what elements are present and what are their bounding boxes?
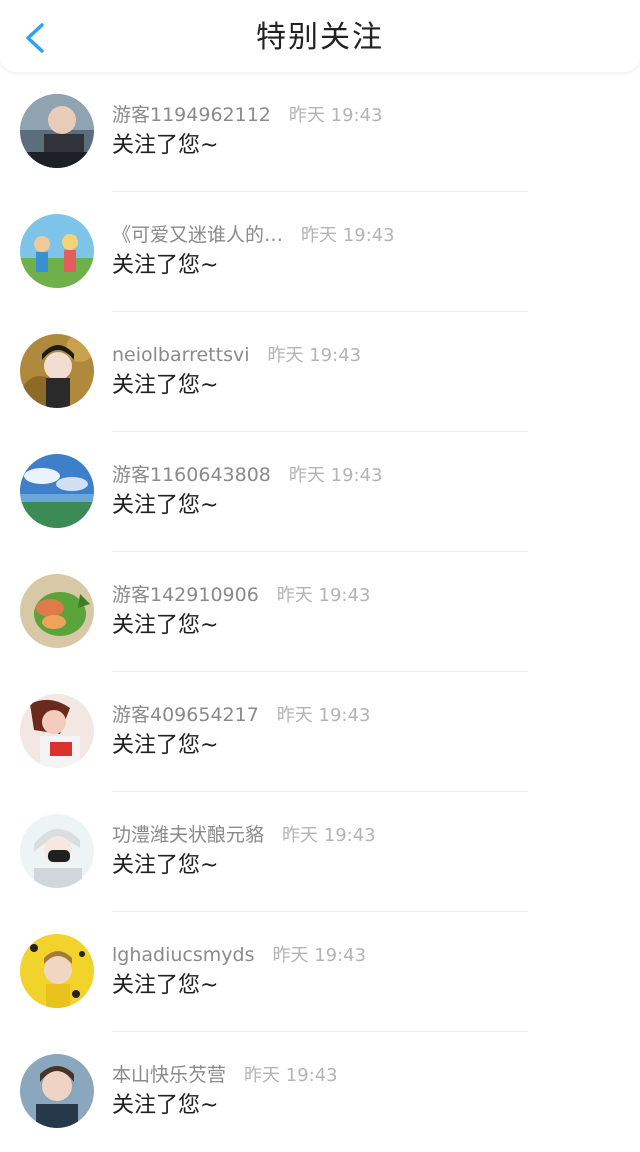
notification-meta: 本山快乐芡营 昨天 19:43 — [112, 1062, 338, 1088]
avatar-icon[interactable] — [20, 214, 94, 288]
list-item[interactable]: 《可爱又迷谁人的… 昨天 19:43 关注了您~ — [0, 192, 640, 312]
timestamp: 昨天 19:43 — [267, 345, 362, 366]
avatar-icon[interactable] — [20, 454, 94, 528]
user-name[interactable]: 游客1194962112 — [112, 104, 271, 126]
page-title: 特别关注 — [256, 20, 384, 55]
notification-message: 关注了您~ — [112, 373, 219, 398]
notification-message: 关注了您~ — [112, 133, 219, 158]
notification-message: 关注了您~ — [112, 253, 219, 278]
avatar-icon[interactable] — [20, 1054, 94, 1128]
user-name[interactable]: 游客142910906 — [112, 584, 259, 606]
timestamp: 昨天 19:43 — [276, 585, 371, 606]
notification-list: 游客1194962112 昨天 19:43 关注了您~ 《可爱又迷谁人的… 昨天 1… — [0, 72, 640, 1152]
top-bar: 特别关注 — [0, 0, 640, 72]
notification-message: 关注了您~ — [112, 493, 219, 518]
user-name[interactable]: 游客1160643808 — [112, 464, 271, 486]
avatar-image — [20, 574, 94, 648]
notification-meta: 《可爱又迷谁人的… 昨天 19:43 — [112, 222, 395, 248]
avatar-image — [20, 934, 94, 1008]
avatar-icon[interactable] — [20, 334, 94, 408]
timestamp: 昨天 19:43 — [276, 705, 371, 726]
avatar-image — [20, 454, 94, 528]
notification-message: 关注了您~ — [112, 853, 219, 878]
timestamp: 昨天 19:43 — [282, 825, 376, 846]
avatar-icon[interactable] — [20, 934, 94, 1008]
avatar-icon[interactable] — [20, 694, 94, 768]
user-name[interactable]: neiolbarrettsvi — [112, 344, 250, 366]
avatar-icon[interactable] — [20, 94, 94, 168]
timestamp: 昨天 19:43 — [288, 465, 383, 486]
list-item[interactable]: 游客1194962112 昨天 19:43 关注了您~ — [0, 72, 640, 192]
timestamp: 昨天 19:43 — [288, 105, 383, 126]
notification-meta: lghadiucsmyds 昨天 19:43 — [112, 942, 366, 968]
list-item[interactable]: lghadiucsmyds 昨天 19:43 关注了您~ — [0, 912, 640, 1032]
notification-meta: 游客1194962112 昨天 19:43 — [112, 102, 383, 128]
notification-meta: 游客142910906 昨天 19:43 — [112, 582, 370, 608]
list-item[interactable]: 功澧潍夫状酿元貉 昨天 19:43 关注了您~ — [0, 792, 640, 912]
timestamp: 昨天 19:43 — [272, 945, 367, 966]
user-name[interactable]: lghadiucsmyds — [112, 944, 254, 966]
avatar-image — [20, 694, 94, 768]
notification-message: 关注了您~ — [112, 613, 219, 638]
timestamp: 昨天 19:43 — [301, 225, 395, 246]
user-name[interactable]: 游客409654217 — [112, 704, 259, 726]
user-name[interactable]: 本山快乐芡营 — [112, 1064, 226, 1086]
user-name[interactable]: 《可爱又迷谁人的… — [112, 224, 283, 246]
avatar-image — [20, 334, 94, 408]
notification-meta: 功澧潍夫状酿元貉 昨天 19:43 — [112, 822, 376, 848]
avatar-image — [20, 1054, 94, 1128]
notification-message: 关注了您~ — [112, 1093, 219, 1118]
avatar-image — [20, 814, 94, 888]
list-item[interactable]: 游客1160643808 昨天 19:43 关注了您~ — [0, 432, 640, 552]
avatar-icon[interactable] — [20, 574, 94, 648]
timestamp: 昨天 19:43 — [244, 1065, 338, 1086]
notification-meta: 游客1160643808 昨天 19:43 — [112, 462, 383, 488]
notification-message: 关注了您~ — [112, 973, 219, 998]
list-item[interactable]: 本山快乐芡营 昨天 19:43 关注了您~ — [0, 1032, 640, 1152]
notification-meta: 游客409654217 昨天 19:43 — [112, 702, 370, 728]
avatar-image — [20, 214, 94, 288]
notification-meta: neiolbarrettsvi 昨天 19:43 — [112, 342, 361, 368]
user-name[interactable]: 功澧潍夫状酿元貉 — [112, 824, 264, 846]
notification-message: 关注了您~ — [112, 733, 219, 758]
list-item[interactable]: neiolbarrettsvi 昨天 19:43 关注了您~ — [0, 312, 640, 432]
avatar-icon[interactable] — [20, 814, 94, 888]
list-item[interactable]: 游客142910906 昨天 19:43 关注了您~ — [0, 552, 640, 672]
avatar-image — [20, 94, 94, 168]
list-item[interactable]: 游客409654217 昨天 19:43 关注了您~ — [0, 672, 640, 792]
